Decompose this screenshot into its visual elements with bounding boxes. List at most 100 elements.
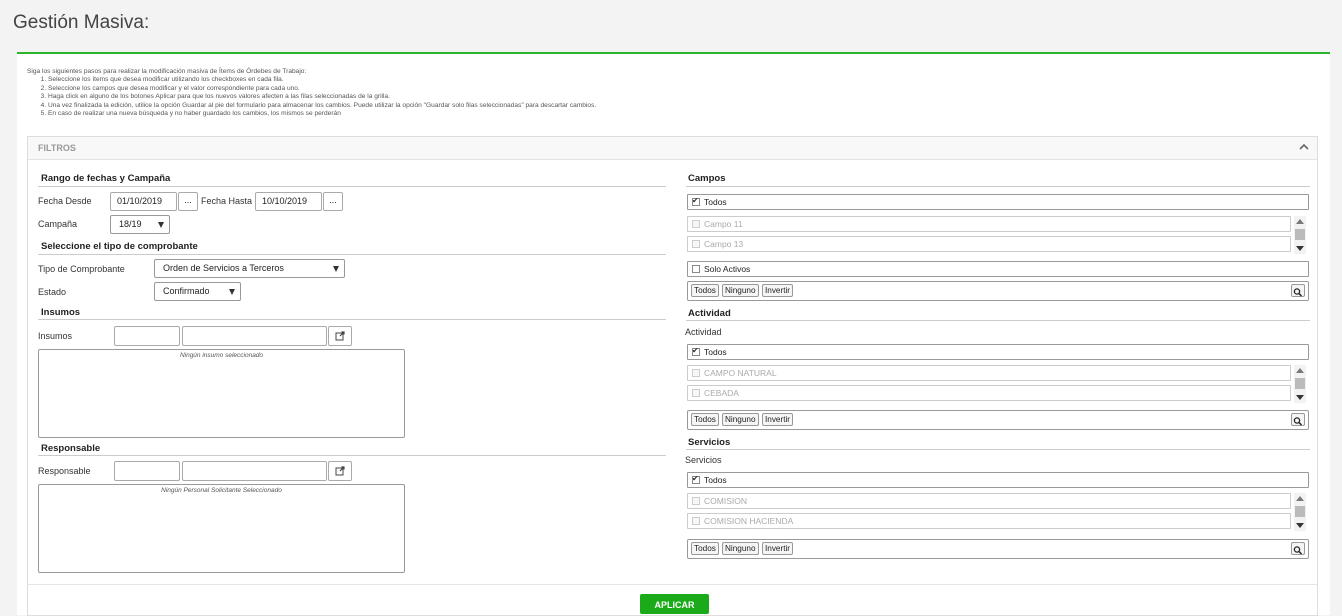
scroll-down-icon[interactable] <box>1296 395 1304 400</box>
external-link-icon <box>335 466 345 476</box>
campos-item[interactable]: Campo 11 <box>687 216 1291 232</box>
actividad-select-none-button[interactable]: Ninguno <box>722 413 759 426</box>
campos-item-label: Campo 13 <box>704 239 744 249</box>
actividad-select-all-button[interactable]: Todos <box>691 413 719 426</box>
servicios-item[interactable]: COMISION <box>687 493 1291 509</box>
insumos-label: Insumos <box>38 331 73 341</box>
chevron-up-icon[interactable] <box>1299 143 1309 151</box>
checkbox[interactable] <box>692 240 700 248</box>
checkbox[interactable] <box>692 265 700 273</box>
actividad-invert-button[interactable]: Invertir <box>762 413 794 426</box>
section-divider <box>686 186 1310 187</box>
responsable-code-input[interactable] <box>114 461 180 481</box>
section-divider <box>38 319 666 320</box>
date-to-input[interactable]: 10/10/2019 <box>255 192 322 211</box>
state-label: Estado <box>38 287 67 297</box>
insumos-search-button[interactable] <box>328 326 352 346</box>
checkbox[interactable] <box>692 497 700 505</box>
voucher-type-label: Tipo de Comprobante <box>38 264 125 274</box>
insumos-list[interactable]: Ningún insumo seleccionado <box>38 349 405 438</box>
checkbox-checked[interactable] <box>692 344 700 358</box>
responsable-list[interactable]: Ningún Personal Solicitante Seleccionado <box>38 484 405 573</box>
responsable-description-input[interactable] <box>182 461 327 481</box>
campaign-select[interactable]: 18/19 <box>110 215 170 234</box>
campos-item[interactable]: Campo 13 <box>687 236 1291 252</box>
servicios-select-all-button[interactable]: Todos <box>691 542 719 555</box>
servicios-all-label: Todos <box>704 475 727 485</box>
page-title: Gestión Masiva: <box>13 12 150 33</box>
external-link-icon <box>335 331 345 341</box>
servicios-action-bar: Todos Ninguno Invertir <box>687 539 1309 559</box>
campos-select-none-button[interactable]: Ninguno <box>722 284 759 297</box>
checkbox-checked[interactable] <box>692 194 700 208</box>
actividad-item[interactable]: CAMPO NATURAL <box>687 365 1291 381</box>
servicios-select-none-button[interactable]: Ninguno <box>722 542 759 555</box>
actividad-item-label: CAMPO NATURAL <box>704 368 777 378</box>
scroll-up-icon[interactable] <box>1296 219 1304 224</box>
campaign-value: 18/19 <box>119 219 142 229</box>
insumos-section-title: Insumos <box>41 307 81 318</box>
scroll-up-icon[interactable] <box>1296 496 1304 501</box>
servicios-item[interactable]: COMISION HACIENDA <box>687 513 1291 529</box>
campos-section-title: Campos <box>688 173 726 184</box>
scroll-down-icon[interactable] <box>1296 523 1304 528</box>
active-only-label: Solo Activos <box>704 264 751 274</box>
filters-header[interactable]: FILTROS <box>28 137 1317 160</box>
servicios-search-button[interactable] <box>1291 542 1305 555</box>
campos-scrollbar[interactable] <box>1294 216 1306 254</box>
checkbox[interactable] <box>692 517 700 525</box>
apply-button[interactable]: APLICAR <box>640 594 709 614</box>
footer-divider <box>27 584 1318 585</box>
scroll-thumb[interactable] <box>1295 229 1305 240</box>
scroll-thumb[interactable] <box>1295 378 1305 389</box>
insumos-code-input[interactable] <box>114 326 180 346</box>
scroll-down-icon[interactable] <box>1296 246 1304 251</box>
checkbox[interactable] <box>692 369 700 377</box>
actividad-all-label: Todos <box>704 347 727 357</box>
instruction-step: En caso de realizar una nueva búsqueda y… <box>48 110 596 118</box>
section-divider <box>38 186 666 187</box>
campos-invert-button[interactable]: Invertir <box>762 284 794 297</box>
campos-select-all-button[interactable]: Todos <box>691 284 719 297</box>
scroll-thumb[interactable] <box>1295 506 1305 517</box>
section-divider <box>38 455 666 456</box>
voucher-section-title: Seleccione el tipo de comprobante <box>41 241 198 252</box>
actividad-item[interactable]: CEBADA <box>687 385 1291 401</box>
campos-action-bar: Todos Ninguno Invertir <box>687 281 1309 301</box>
checkbox[interactable] <box>692 220 700 228</box>
servicios-section-title: Servicios <box>688 437 731 448</box>
state-value: Confirmado <box>163 286 210 296</box>
servicios-select-all[interactable]: Todos <box>687 472 1309 488</box>
campaign-label: Campaña <box>38 219 78 229</box>
voucher-type-value: Orden de Servicios a Terceros <box>163 263 284 273</box>
date-from-input[interactable]: 01/10/2019 <box>110 192 177 211</box>
instruction-step: Una vez finalizada la edición, utilice l… <box>48 102 596 110</box>
campos-all-label: Todos <box>704 197 727 207</box>
instruction-step: Seleccione los ítems que desea modificar… <box>48 76 596 84</box>
campos-select-all[interactable]: Todos <box>687 194 1309 210</box>
actividad-select-all[interactable]: Todos <box>687 344 1309 360</box>
voucher-type-select[interactable]: Orden de Servicios a Terceros <box>154 259 345 278</box>
campos-active-only[interactable]: Solo Activos <box>687 261 1309 277</box>
date-to-picker-button[interactable]: ... <box>323 192 343 211</box>
servicios-label: Servicios <box>685 455 722 465</box>
responsable-search-button[interactable] <box>328 461 352 481</box>
date-from-picker-button[interactable]: ... <box>178 192 198 211</box>
instructions-steps: Seleccione los ítems que desea modificar… <box>27 76 596 118</box>
caret-down-icon <box>229 289 235 295</box>
actividad-section-title: Actividad <box>688 308 731 319</box>
checkbox-checked[interactable] <box>692 472 700 486</box>
responsable-label: Responsable <box>38 466 91 476</box>
servicios-scrollbar[interactable] <box>1294 493 1306 531</box>
checkbox[interactable] <box>692 389 700 397</box>
actividad-search-button[interactable] <box>1291 413 1305 426</box>
state-select[interactable]: Confirmado <box>154 282 241 301</box>
servicios-invert-button[interactable]: Invertir <box>762 542 794 555</box>
caret-down-icon <box>158 222 164 228</box>
actividad-scrollbar[interactable] <box>1294 365 1306 403</box>
insumos-description-input[interactable] <box>182 326 327 346</box>
instruction-step: Haga click en alguno de los botones Apli… <box>48 93 596 101</box>
campos-search-button[interactable] <box>1291 284 1305 297</box>
section-divider <box>686 320 1310 321</box>
scroll-up-icon[interactable] <box>1296 368 1304 373</box>
